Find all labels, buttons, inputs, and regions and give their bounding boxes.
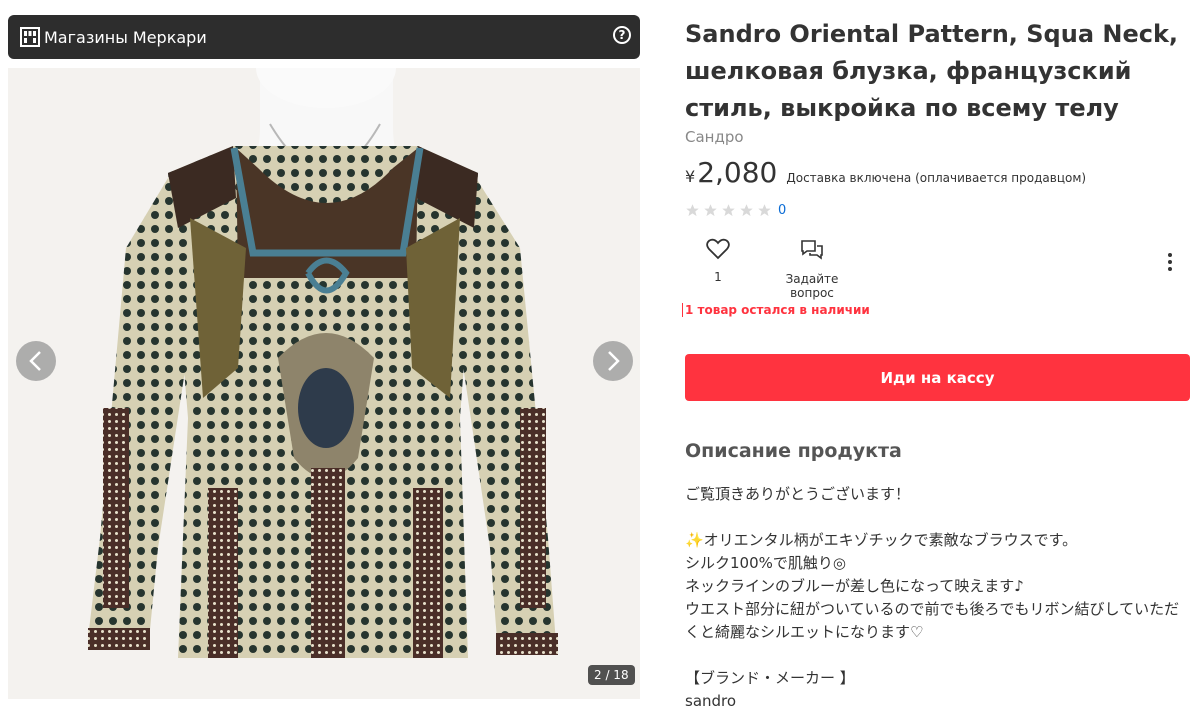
star-icon bbox=[740, 204, 753, 217]
description-line: ご覧頂きありがとうございます！ bbox=[685, 485, 911, 503]
description-line: sandro bbox=[685, 692, 737, 710]
previous-image-button[interactable] bbox=[16, 341, 56, 381]
description-line: ネックラインのブルーが差し色になって映えます♪ bbox=[685, 577, 1024, 595]
description-body: ご覧頂きありがとうございます！ ✨オリエンタル柄がエキゾチックで素敵なブラウスで… bbox=[685, 483, 1185, 713]
description-line: ウエスト部分に紐がついているので前でも後ろでもリボン結びしていただくと綺麗なシル… bbox=[685, 600, 1180, 641]
star-icon bbox=[722, 204, 735, 217]
product-title: Sandro Oriental Pattern, Squa Neck, шелк… bbox=[685, 20, 1179, 122]
more-vertical-icon bbox=[1168, 253, 1172, 271]
shipping-info: Доставка включена (оплачивается продавцо… bbox=[786, 171, 1087, 185]
image-counter: 2 / 18 bbox=[588, 665, 635, 685]
checkout-button[interactable]: Иди на кассу bbox=[685, 354, 1190, 401]
price-row: ¥ 2,080 Доставка включена (оплачивается … bbox=[685, 156, 1086, 189]
star-icon bbox=[758, 204, 771, 217]
more-options-button[interactable] bbox=[1162, 252, 1178, 272]
description-heading: Описание продукта bbox=[685, 440, 902, 462]
heart-icon bbox=[706, 238, 730, 260]
description-line bbox=[685, 644, 1185, 667]
description-line: ✨オリエンタル柄がエキゾチックで素敵なブラウスです。 bbox=[685, 531, 1078, 549]
brand-link[interactable]: Сандро bbox=[685, 128, 744, 146]
next-image-button[interactable] bbox=[593, 341, 633, 381]
like-button[interactable]: 1 bbox=[700, 238, 736, 284]
stock-notice: 1 товар остался в наличии bbox=[682, 303, 870, 317]
like-count: 1 bbox=[714, 270, 722, 284]
price: 2,080 bbox=[697, 156, 778, 189]
rating[interactable]: 0 bbox=[685, 203, 786, 218]
star-icon bbox=[686, 204, 699, 217]
chevron-right-icon bbox=[608, 351, 620, 371]
rating-count[interactable]: 0 bbox=[778, 203, 786, 218]
description-line: シルク100%で肌触り◎ bbox=[685, 554, 846, 572]
shop-header[interactable]: Магазины Меркари ? bbox=[8, 15, 640, 59]
ask-question-button[interactable]: Задайте вопрос bbox=[762, 238, 862, 300]
description-line bbox=[685, 506, 1185, 529]
shop-grid-icon bbox=[20, 27, 40, 47]
description-line: 【ブランド・メーカー 】 bbox=[685, 669, 855, 687]
currency-symbol: ¥ bbox=[685, 167, 696, 186]
star-icon bbox=[704, 204, 717, 217]
shop-name: Магазины Меркари bbox=[44, 27, 207, 47]
help-circle-icon[interactable]: ? bbox=[613, 26, 631, 44]
chevron-left-icon bbox=[29, 351, 41, 371]
product-photo bbox=[8, 68, 640, 699]
chat-bubbles-icon bbox=[801, 240, 823, 260]
ask-question-label: Задайте вопрос bbox=[785, 272, 839, 300]
